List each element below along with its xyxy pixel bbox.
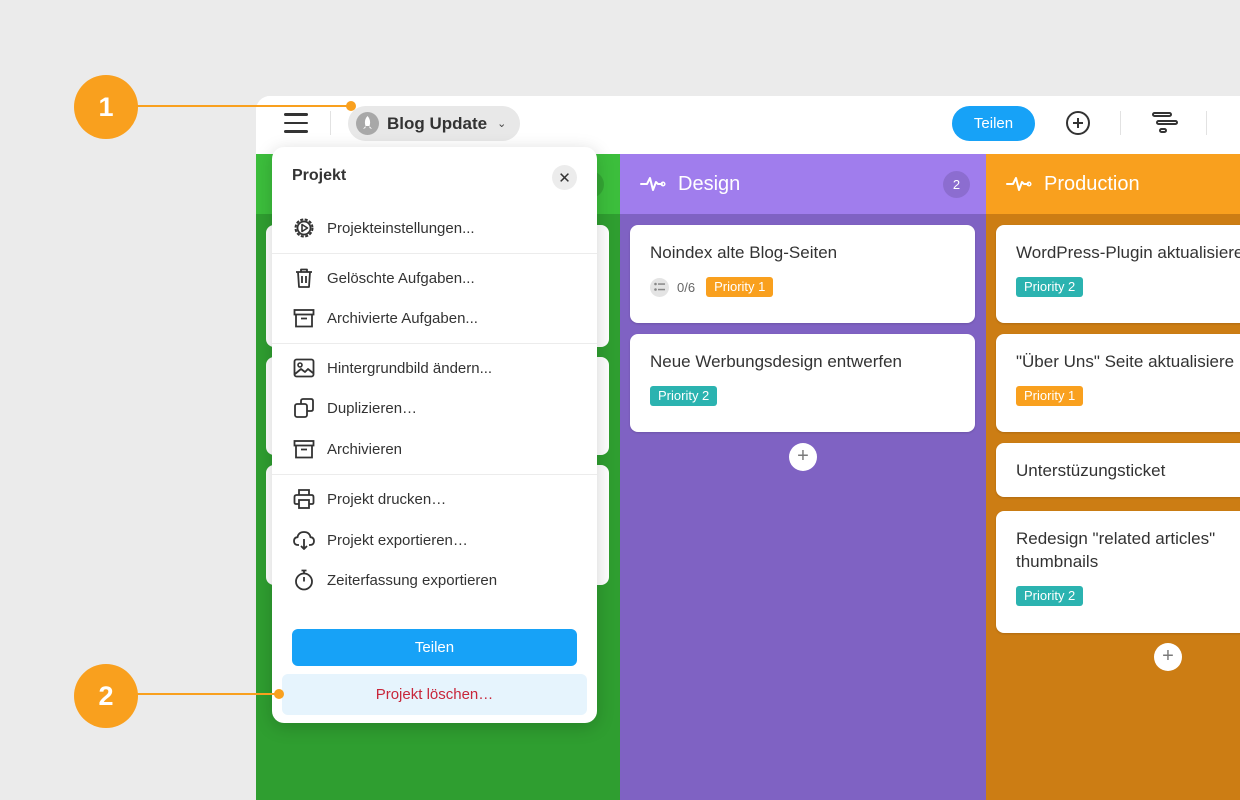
divider: [330, 111, 331, 135]
task-card[interactable]: "Über Uns" Seite aktualisiere Priority 1: [996, 334, 1240, 432]
rocket-icon: [356, 112, 379, 135]
menu-item-label: Hintergrundbild ändern...: [327, 359, 493, 377]
priority-badge: Priority 2: [1016, 277, 1084, 297]
stopwatch-icon: [295, 569, 313, 591]
column-header: Production: [986, 154, 1240, 214]
menu-item-label: Projekt exportieren…: [327, 531, 468, 549]
checklist-icon: [650, 277, 669, 297]
close-icon[interactable]: ✕: [552, 165, 577, 190]
hamburger-menu-icon[interactable]: [284, 113, 308, 133]
top-bar: Blog Update ⌄ Teilen: [256, 96, 1240, 154]
menu-item-label: Archivieren: [327, 440, 403, 458]
add-task-button[interactable]: +: [789, 443, 817, 471]
delete-project-button[interactable]: Projekt löschen…: [282, 674, 587, 715]
trash-icon: [296, 268, 312, 288]
task-title: Neue Werbungsdesign entwerfen: [650, 352, 903, 371]
task-card[interactable]: WordPress-Plugin aktualisiere Priority 2: [996, 225, 1240, 323]
share-button[interactable]: Teilen: [952, 106, 1035, 141]
add-task-button[interactable]: +: [1154, 643, 1182, 671]
callout-leader-line: [136, 105, 350, 107]
archive-icon: [293, 440, 315, 459]
column-title: Production: [1044, 172, 1140, 195]
gear-icon: [294, 218, 314, 238]
image-icon: [293, 358, 315, 378]
callout-leader-line: [136, 693, 280, 695]
divider: [1120, 111, 1121, 135]
chevron-down-icon: ⌄: [497, 118, 507, 130]
task-card[interactable]: Noindex alte Blog-Seiten 0/6 Priority 1: [630, 225, 975, 323]
menu-title: Projekt: [292, 167, 347, 184]
task-title: Unterstüzungsticket: [1016, 461, 1166, 480]
menu-item-label: Projekteinstellungen...: [327, 219, 475, 237]
menu-item-label: Archivierte Aufgaben...: [327, 309, 478, 327]
priority-badge: Priority 1: [1016, 386, 1084, 406]
board-column-production: Production WordPress-Plugin aktualisiere…: [986, 154, 1240, 800]
menu-item-duplicate[interactable]: Duplizieren…: [272, 388, 597, 428]
menu-item-label: Gelöschte Aufgaben...: [327, 269, 475, 287]
menu-item-print-project[interactable]: Projekt drucken…: [272, 479, 597, 519]
add-icon[interactable]: [1066, 111, 1090, 135]
column-title: Design: [678, 172, 741, 195]
timeline-icon[interactable]: [1152, 111, 1178, 135]
project-name: Blog Update: [387, 113, 488, 133]
task-title: Redesign "related articles" thumbnails: [1016, 529, 1216, 571]
callout-pointer: [274, 689, 284, 699]
duplicate-icon: [294, 398, 314, 418]
menu-item-project-settings[interactable]: Projekteinstellungen...: [272, 208, 597, 248]
board-column-design: Design 2 Noindex alte Blog-Seiten 0/6 Pr…: [620, 154, 986, 800]
menu-share-button[interactable]: Teilen: [292, 629, 577, 666]
menu-item-label: Duplizieren…: [327, 399, 418, 417]
divider: [1206, 111, 1207, 135]
task-card[interactable]: Redesign "related articles" thumbnails P…: [996, 511, 1240, 633]
menu-item-deleted-tasks[interactable]: Gelöschte Aufgaben...: [272, 258, 597, 298]
menu-item-export-time-tracking[interactable]: Zeiterfassung exportieren: [272, 560, 597, 600]
cloud-download-icon: [293, 531, 315, 550]
project-switcher[interactable]: Blog Update ⌄: [348, 106, 521, 141]
archive-icon: [293, 309, 315, 328]
task-title: WordPress-Plugin aktualisiere: [1016, 243, 1240, 262]
activity-icon: [1006, 177, 1032, 191]
menu-item-archived-tasks[interactable]: Archivierte Aufgaben...: [272, 298, 597, 338]
menu-item-archive[interactable]: Archivieren: [272, 429, 597, 469]
column-count-badge: 2: [943, 171, 970, 198]
menu-item-label: Projekt drucken…: [327, 490, 447, 508]
task-card[interactable]: Unterstüzungsticket: [996, 443, 1240, 497]
divider: [272, 343, 597, 344]
menu-item-export-project[interactable]: Projekt exportieren…: [272, 520, 597, 560]
priority-badge: Priority 2: [650, 386, 718, 406]
divider: [272, 474, 597, 475]
checklist-progress: 0/6: [677, 279, 696, 295]
priority-badge: Priority 2: [1016, 586, 1084, 606]
callout-marker: 2: [74, 664, 138, 728]
menu-item-label: Zeiterfassung exportieren: [327, 571, 498, 589]
project-menu: Projekt ✕ Projekteinstellungen... Gelösc…: [272, 147, 597, 723]
task-card[interactable]: Neue Werbungsdesign entwerfen Priority 2: [630, 334, 975, 432]
callout-pointer: [346, 101, 356, 111]
menu-item-change-background[interactable]: Hintergrundbild ändern...: [272, 348, 597, 388]
printer-icon: [293, 489, 315, 509]
priority-badge: Priority 1: [706, 277, 774, 297]
task-title: Noindex alte Blog-Seiten: [650, 243, 838, 262]
activity-icon: [640, 177, 666, 191]
column-header: Design 2: [620, 154, 986, 214]
divider: [272, 253, 597, 254]
callout-marker: 1: [74, 75, 138, 139]
task-title: "Über Uns" Seite aktualisiere: [1016, 352, 1235, 371]
